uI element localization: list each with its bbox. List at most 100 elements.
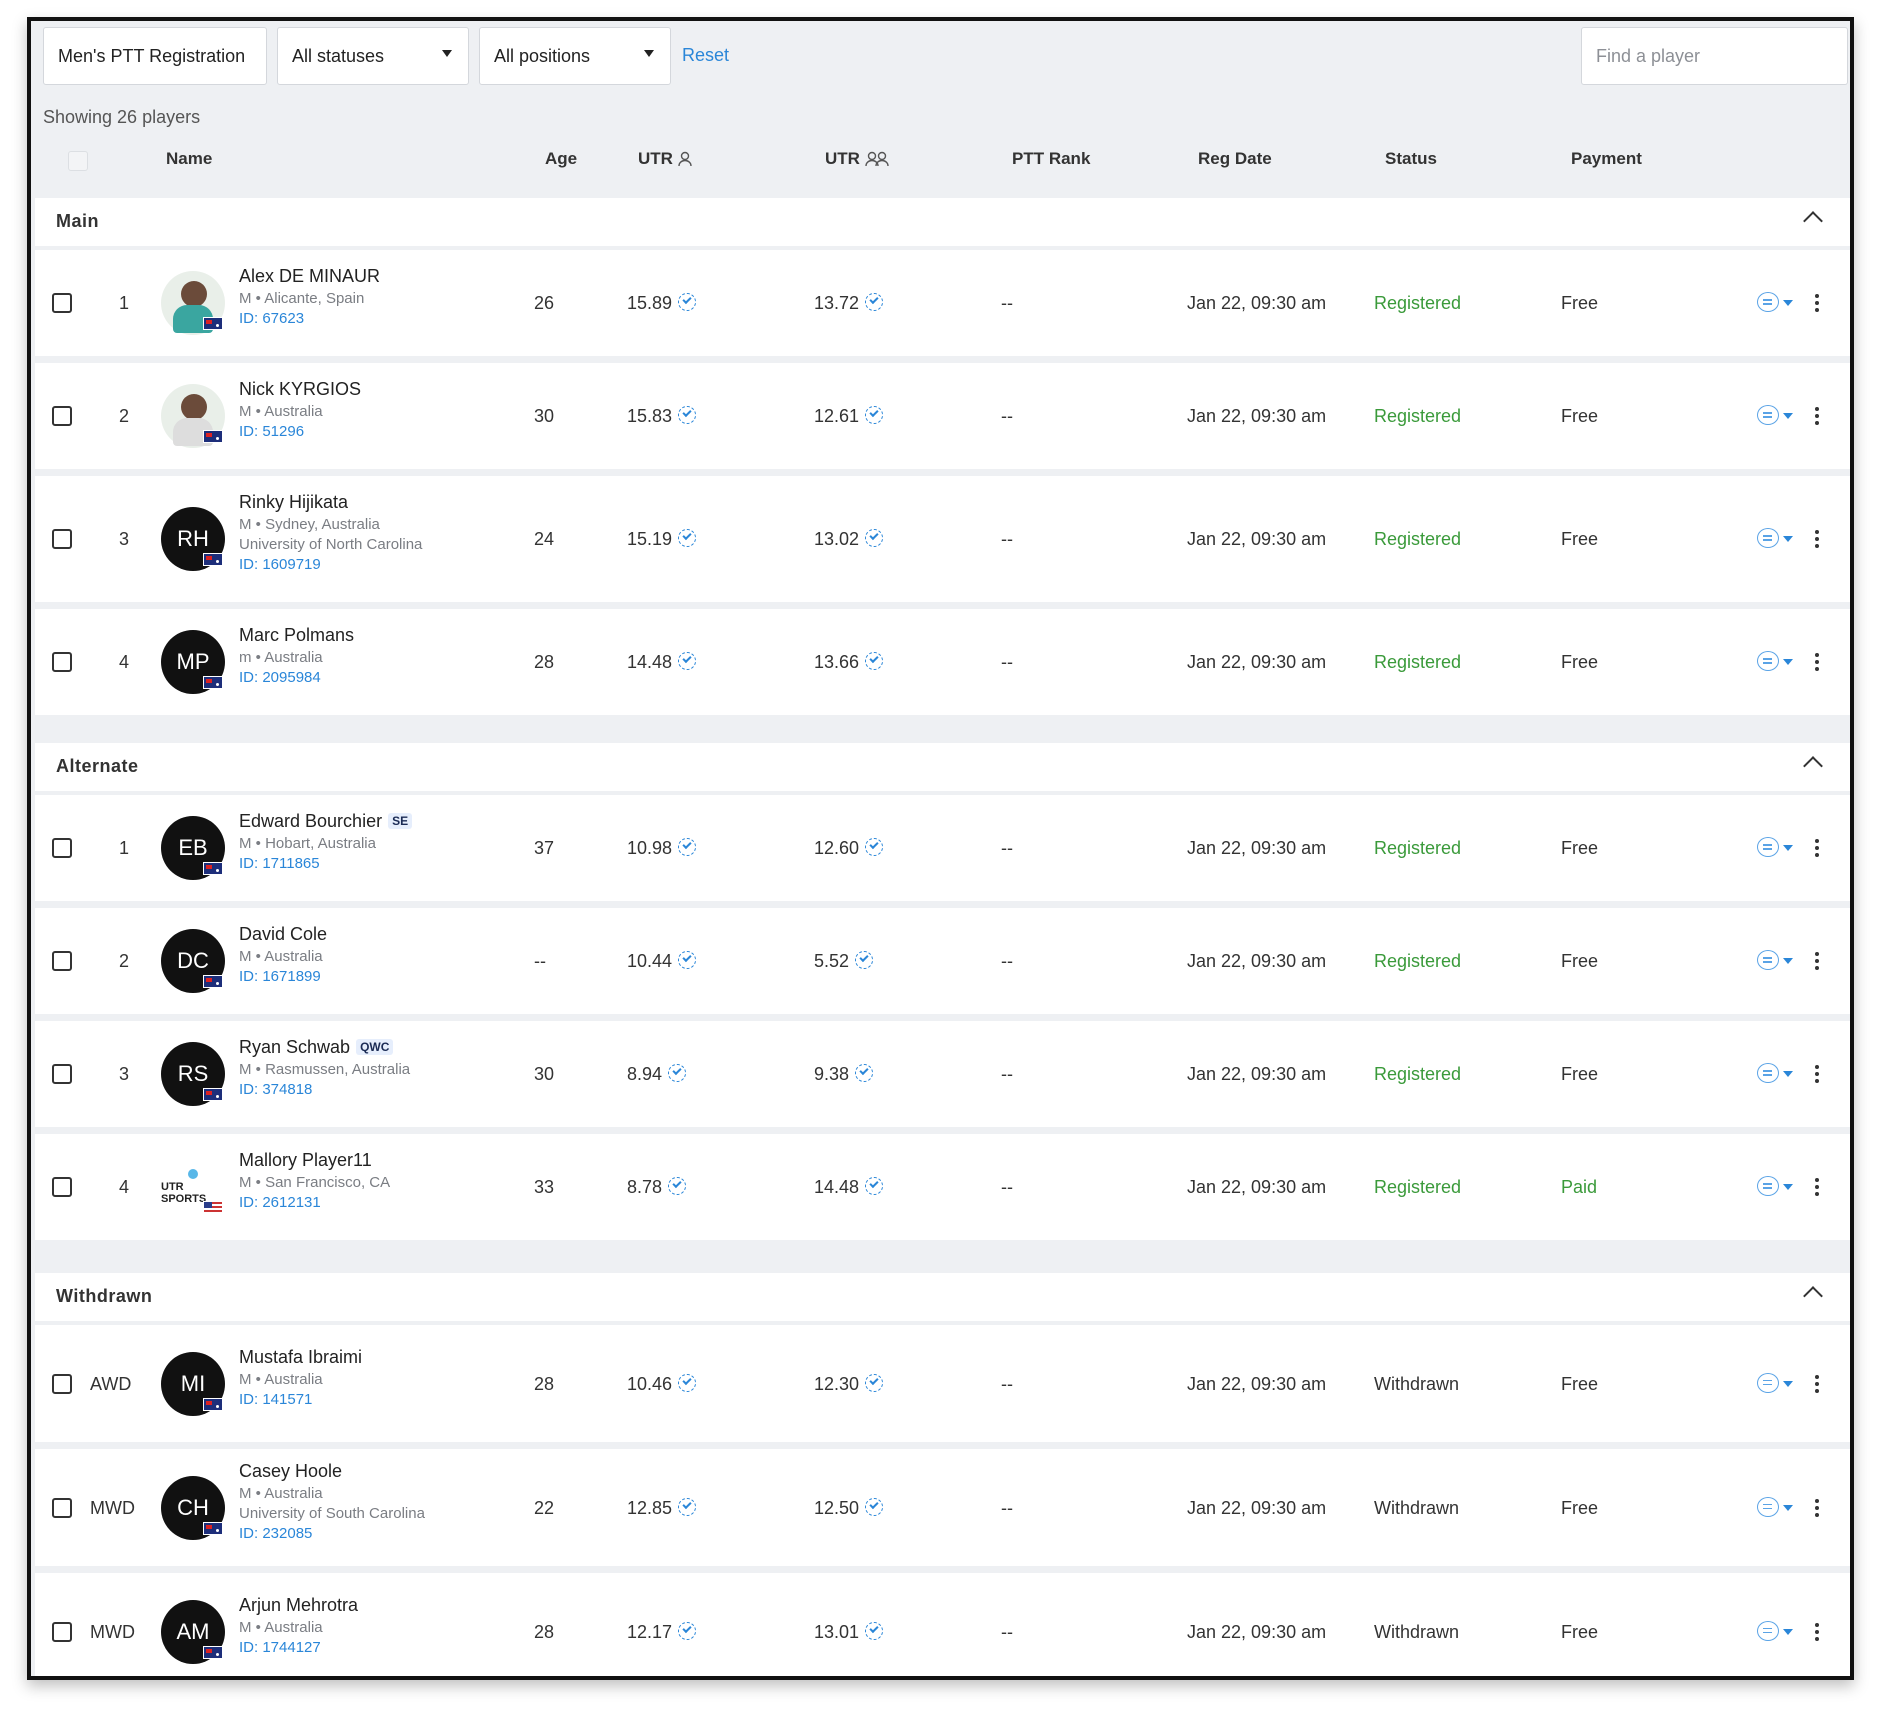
player-id[interactable]: ID: 67623 xyxy=(239,310,304,327)
caret-down-icon[interactable] xyxy=(1783,413,1793,419)
table-row[interactable]: 3 RS Ryan Schwab QWC M • Rasmussen, Australi… xyxy=(35,1021,1850,1127)
message-icon[interactable] xyxy=(1757,1372,1779,1393)
caret-down-icon[interactable] xyxy=(1783,845,1793,851)
message-icon[interactable] xyxy=(1757,405,1779,425)
row-checkbox[interactable] xyxy=(52,529,72,549)
section-header[interactable]: Withdrawn xyxy=(35,1273,1850,1321)
row-checkbox[interactable] xyxy=(52,406,72,426)
caret-down-icon[interactable] xyxy=(1783,536,1793,542)
more-options-icon[interactable] xyxy=(1815,1374,1819,1379)
caret-down-icon[interactable] xyxy=(1783,1628,1793,1635)
player-name[interactable]: Casey Hoole xyxy=(239,1461,342,1482)
more-options-icon[interactable] xyxy=(1815,952,1819,956)
event-selector[interactable]: Men's PTT Registration xyxy=(43,27,267,85)
caret-down-icon[interactable] xyxy=(1783,1184,1793,1190)
more-options-icon[interactable] xyxy=(1815,1498,1819,1503)
col-payment[interactable]: Payment xyxy=(1571,149,1642,169)
verified-icon xyxy=(678,838,697,856)
reset-link[interactable]: Reset xyxy=(682,45,729,66)
chevron-up-icon[interactable] xyxy=(1803,1286,1823,1306)
player-id[interactable]: ID: 374818 xyxy=(239,1081,312,1098)
col-reg-date[interactable]: Reg Date xyxy=(1198,149,1272,169)
status-filter[interactable]: All statuses xyxy=(277,27,469,85)
position-filter[interactable]: All positions xyxy=(479,27,671,85)
player-name[interactable]: Marc Polmans xyxy=(239,625,354,646)
col-age[interactable]: Age xyxy=(545,149,577,169)
more-options-icon[interactable] xyxy=(1815,530,1819,534)
row-checkbox[interactable] xyxy=(52,1064,72,1084)
message-icon[interactable] xyxy=(1757,837,1779,857)
player-name[interactable]: Edward Bourchier SE xyxy=(239,811,413,832)
message-icon[interactable] xyxy=(1757,1176,1779,1196)
player-name[interactable]: David Cole xyxy=(239,924,327,945)
player-name[interactable]: Mallory Player11 xyxy=(239,1150,372,1171)
chevron-up-icon[interactable] xyxy=(1803,211,1823,231)
table-row[interactable]: MWD AM Arjun Mehrotra M • Australia ID: 1744… xyxy=(35,1573,1850,1676)
message-icon[interactable] xyxy=(1757,651,1779,671)
chevron-up-icon[interactable] xyxy=(1803,756,1823,776)
message-icon[interactable] xyxy=(1757,950,1779,970)
row-checkbox[interactable] xyxy=(52,293,72,313)
table-row[interactable]: MWD CH Casey Hoole M • Australia University … xyxy=(35,1449,1850,1566)
caret-down-icon[interactable] xyxy=(1783,958,1793,964)
message-icon[interactable] xyxy=(1757,292,1779,312)
table-row[interactable]: AWD MI Mustafa Ibraimi M • Australia ID: 141… xyxy=(35,1325,1850,1442)
player-name[interactable]: Alex DE MINAUR xyxy=(239,266,380,287)
caret-down-icon[interactable] xyxy=(1783,1071,1793,1077)
col-utr-singles[interactable]: UTR xyxy=(638,149,693,169)
player-id[interactable]: ID: 2095984 xyxy=(239,669,321,686)
player-name[interactable]: Mustafa Ibraimi xyxy=(239,1347,362,1368)
payment-text: Free xyxy=(1561,951,1599,971)
caret-down-icon[interactable] xyxy=(1783,1380,1793,1387)
more-options-icon[interactable] xyxy=(1815,407,1819,411)
row-checkbox[interactable] xyxy=(52,838,72,858)
row-checkbox[interactable] xyxy=(52,1621,72,1642)
player-name[interactable]: Ryan Schwab QWC xyxy=(239,1037,394,1058)
more-options-icon[interactable] xyxy=(1815,294,1819,298)
row-checkbox[interactable] xyxy=(52,1373,72,1394)
caret-down-icon[interactable] xyxy=(1783,1504,1793,1511)
player-id[interactable]: ID: 51296 xyxy=(239,423,304,440)
message-icon[interactable] xyxy=(1757,1496,1779,1517)
more-options-icon[interactable] xyxy=(1815,653,1819,657)
player-id[interactable]: ID: 1711865 xyxy=(239,855,320,872)
caret-down-icon[interactable] xyxy=(1783,659,1793,665)
more-options-icon[interactable] xyxy=(1815,1178,1819,1182)
col-ptt-rank[interactable]: PTT Rank xyxy=(1012,149,1090,169)
section-header[interactable]: Alternate xyxy=(35,743,1850,791)
player-id[interactable]: ID: 232085 xyxy=(239,1525,312,1542)
player-tag-badge: SE xyxy=(388,813,413,829)
col-status[interactable]: Status xyxy=(1385,149,1437,169)
player-name[interactable]: Rinky Hijikata xyxy=(239,492,348,513)
table-row[interactable]: 4 UTR SPORTS Mallory Player11 M • San Franc… xyxy=(35,1134,1850,1240)
table-row[interactable]: 2 DC David Cole M • Australia ID: 1671899 -- 1… xyxy=(35,908,1850,1014)
message-icon[interactable] xyxy=(1757,1620,1779,1641)
message-icon[interactable] xyxy=(1757,1063,1779,1083)
player-id[interactable]: ID: 1671899 xyxy=(239,968,321,985)
row-checkbox[interactable] xyxy=(52,652,72,672)
table-row[interactable]: 1 Alex DE MINAUR M • Alicante, Spain ID: 67… xyxy=(35,250,1850,356)
row-checkbox[interactable] xyxy=(52,1497,72,1518)
player-id[interactable]: ID: 1744127 xyxy=(239,1639,321,1656)
more-options-icon[interactable] xyxy=(1815,839,1819,843)
player-name[interactable]: Arjun Mehrotra xyxy=(239,1595,358,1616)
player-search-input[interactable]: Find a player xyxy=(1581,27,1848,85)
more-options-icon[interactable] xyxy=(1815,1622,1819,1627)
caret-down-icon[interactable] xyxy=(1783,300,1793,306)
more-options-icon[interactable] xyxy=(1815,1065,1819,1069)
row-checkbox[interactable] xyxy=(52,1177,72,1197)
message-icon[interactable] xyxy=(1757,528,1779,548)
player-id[interactable]: ID: 1609719 xyxy=(239,556,321,573)
player-id[interactable]: ID: 2612131 xyxy=(239,1194,321,1211)
table-row[interactable]: 1 EB Edward Bourchier SE M • Hobart, Austral… xyxy=(35,795,1850,901)
col-name[interactable]: Name xyxy=(166,149,212,169)
select-all-checkbox[interactable] xyxy=(68,151,88,171)
player-id[interactable]: ID: 141571 xyxy=(239,1391,312,1408)
row-checkbox[interactable] xyxy=(52,951,72,971)
table-row[interactable]: 3 RH Rinky Hijikata M • Sydney, Australia Un… xyxy=(35,476,1850,602)
table-row[interactable]: 4 MP Marc Polmans m • Australia ID: 2095984 2… xyxy=(35,609,1850,715)
section-header[interactable]: Main xyxy=(35,198,1850,246)
player-name[interactable]: Nick KYRGIOS xyxy=(239,379,361,400)
table-row[interactable]: 2 Nick KYRGIOS M • Australia ID: 51296 30 15.… xyxy=(35,363,1850,469)
col-utr-doubles[interactable]: UTR xyxy=(825,149,890,169)
